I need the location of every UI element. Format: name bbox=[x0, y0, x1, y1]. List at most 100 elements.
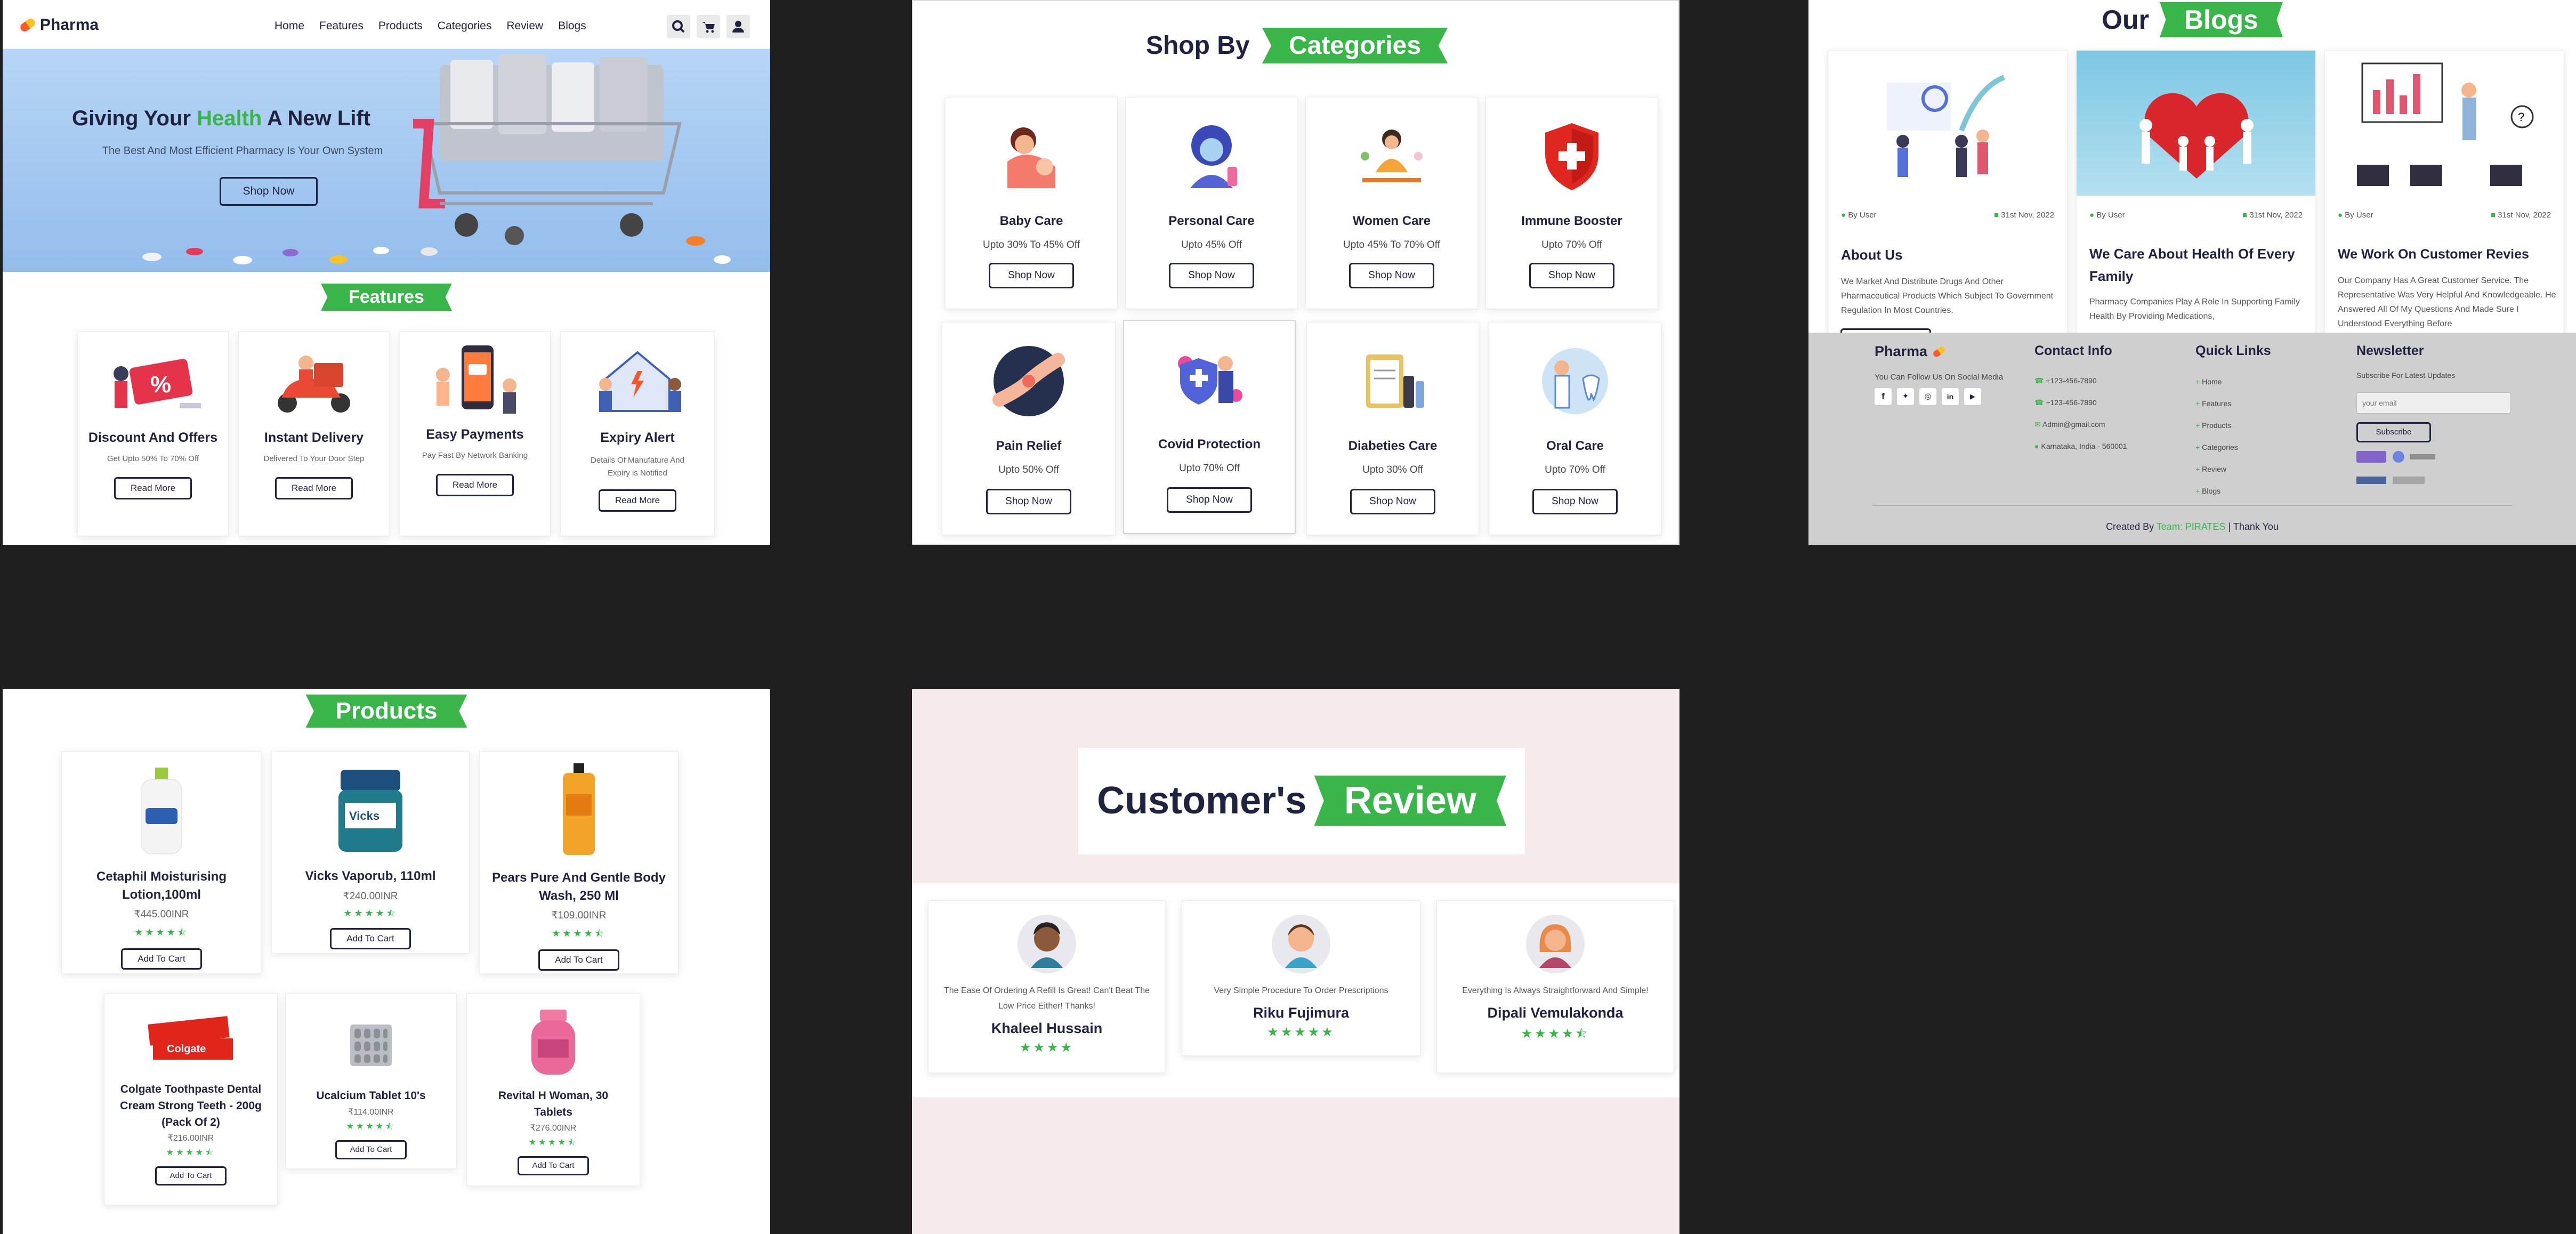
shop-now-button[interactable]: Shop Now bbox=[1349, 263, 1434, 288]
footer-link-review[interactable]: + Review bbox=[2195, 458, 2238, 480]
blog-text: We Market And Distribute Drugs And Other… bbox=[1841, 277, 2054, 315]
instagram-icon[interactable]: ◎ bbox=[1919, 388, 1936, 405]
rating-stars: ★★★★⯪ bbox=[552, 928, 606, 939]
facebook-icon[interactable]: f bbox=[1875, 388, 1892, 405]
add-to-cart-button[interactable]: Add To Cart bbox=[335, 1140, 407, 1159]
covid-protection-illustration bbox=[1178, 356, 1242, 405]
nav-products[interactable]: Products bbox=[378, 20, 423, 33]
user-icon bbox=[732, 21, 744, 33]
colgate-box-image: Colgate bbox=[148, 1016, 233, 1060]
newsletter-heading: Newsletter bbox=[2356, 343, 2424, 358]
feature-card-delivery: Instant Delivery Delivered To Your Door … bbox=[238, 332, 390, 536]
reviews-heading-box: Customer's Review bbox=[1078, 748, 1525, 854]
blog-title[interactable]: We Care About Health Of Every Family bbox=[2089, 243, 2303, 287]
hero-title: Giving Your Health A New Lift bbox=[71, 107, 371, 130]
blog-meta: ● By User ■ 31st Nov, 2022 bbox=[1841, 211, 2054, 220]
category-name: Baby Care bbox=[999, 214, 1063, 228]
shop-now-button[interactable]: Shop Now bbox=[1350, 489, 1435, 514]
contact-phone[interactable]: ☎ +123-456-7890 bbox=[2034, 392, 2127, 414]
reviewer-name: Dipali Vemulakonda bbox=[1487, 1005, 1624, 1021]
quick-links: + Home + Features + Products + Categorie… bbox=[2195, 371, 2238, 502]
read-more-button[interactable]: Read More bbox=[599, 489, 676, 512]
category-name: Women Care bbox=[1352, 214, 1431, 228]
feature-card-discount: % Discount And Offers Get Upto 50% To 70… bbox=[77, 332, 229, 536]
read-more-button[interactable]: Read More bbox=[114, 477, 192, 499]
shop-now-button[interactable]: Shop Now bbox=[1532, 489, 1618, 514]
categories-panel: Shop By Categories Baby Care Upto 30% To… bbox=[912, 0, 1679, 545]
vicks-jar-image: Vicks bbox=[338, 770, 402, 852]
rating-stars: ★★★★★ bbox=[1267, 1025, 1335, 1039]
contact-email[interactable]: ✉ Admin@gmail.com bbox=[2034, 414, 2127, 435]
payment-logo bbox=[2356, 451, 2386, 463]
feature-desc: Pay Fast By Network Banking bbox=[422, 451, 528, 460]
logo[interactable]: Pharma bbox=[19, 16, 99, 34]
product-name[interactable]: Ucalcium Tablet 10's bbox=[286, 1090, 456, 1102]
team-link[interactable]: Team: PIRATES bbox=[2157, 521, 2226, 532]
product-price: ₹114.00INR bbox=[348, 1108, 394, 1117]
payment-phone-illustration bbox=[436, 345, 516, 414]
add-to-cart-button[interactable]: Add To Cart bbox=[155, 1166, 227, 1185]
category-name: Personal Care bbox=[1168, 214, 1255, 228]
nav-home[interactable]: Home bbox=[274, 20, 304, 33]
shop-now-button[interactable]: Shop Now bbox=[986, 489, 1071, 514]
product-name[interactable]: Cetaphil Moisturising Lotion,100ml bbox=[62, 868, 261, 904]
product-name[interactable]: Revital H Woman, 30 Tablets bbox=[467, 1087, 640, 1120]
rating-stars: ★★★★⯪ bbox=[134, 927, 189, 938]
newsletter-email-input[interactable] bbox=[2356, 392, 2511, 414]
blogs-panel: Our Blogs ● By User ■ 31st Nov, 2022 Abo… bbox=[1808, 0, 2576, 545]
footer-link-categories[interactable]: + Categories bbox=[2195, 437, 2238, 458]
cart-button[interactable] bbox=[697, 15, 720, 38]
shop-now-button[interactable]: Shop Now bbox=[989, 263, 1074, 288]
nav-categories[interactable]: Categories bbox=[438, 20, 492, 33]
blog-title[interactable]: We Work On Customer Revies bbox=[2338, 247, 2562, 262]
hero-shop-now-button[interactable]: Shop Now bbox=[220, 177, 318, 206]
category-name: Covid Protection bbox=[1158, 437, 1261, 451]
product-name[interactable]: Vicks Vaporub, 110ml bbox=[272, 869, 469, 884]
read-more-button[interactable]: Read More bbox=[275, 477, 353, 499]
features-heading: Features bbox=[3, 284, 770, 311]
shop-now-button[interactable]: Shop Now bbox=[1167, 487, 1252, 513]
user-icon: ● bbox=[2089, 211, 2095, 220]
read-more-button[interactable]: Read More bbox=[436, 474, 514, 496]
search-button[interactable] bbox=[667, 15, 690, 38]
footer-link-products[interactable]: + Products bbox=[2195, 415, 2238, 437]
cart-icon bbox=[702, 22, 715, 33]
subscribe-button[interactable]: Subscribe bbox=[2356, 422, 2431, 442]
blog-title[interactable]: About Us bbox=[1841, 247, 1903, 263]
blog-meta: ● By User ■ 31st Nov, 2022 bbox=[2338, 211, 2551, 220]
feature-title: Instant Delivery bbox=[264, 430, 364, 445]
payment-logo bbox=[2356, 477, 2386, 484]
footer-credit: Created By Team: PIRATES | Thank You bbox=[2106, 521, 2279, 532]
youtube-icon[interactable]: ▶ bbox=[1964, 388, 1981, 405]
footer-link-blogs[interactable]: + Blogs bbox=[2195, 480, 2238, 502]
nav-features[interactable]: Features bbox=[319, 20, 364, 33]
diabeties-care-illustration bbox=[1366, 354, 1424, 408]
nav-review[interactable]: Review bbox=[506, 20, 543, 33]
add-to-cart-button[interactable]: Add To Cart bbox=[121, 948, 202, 970]
add-to-cart-button[interactable]: Add To Cart bbox=[330, 928, 411, 949]
footer-link-features[interactable]: + Features bbox=[2195, 393, 2238, 415]
blog-date-wrap: ■ 31st Nov, 2022 bbox=[2242, 211, 2303, 220]
twitter-icon[interactable]: ✦ bbox=[1897, 388, 1914, 405]
footer-link-home[interactable]: + Home bbox=[2195, 371, 2238, 393]
calendar-icon: ■ bbox=[1993, 211, 1999, 220]
avatar bbox=[1526, 915, 1585, 973]
nav-blogs[interactable]: Blogs bbox=[558, 20, 586, 33]
contact-phone[interactable]: ☎ +123-456-7890 bbox=[2034, 370, 2127, 392]
linkedin-icon[interactable]: in bbox=[1942, 388, 1959, 405]
shop-now-button[interactable]: Shop Now bbox=[1529, 263, 1614, 288]
add-to-cart-button[interactable]: Add To Cart bbox=[518, 1156, 589, 1175]
product-name[interactable]: Pears Pure And Gentle Body Wash, 250 Ml bbox=[480, 869, 678, 905]
heart-family-illustration bbox=[2139, 93, 2254, 179]
envelope-icon: ✉ bbox=[2034, 420, 2041, 429]
add-to-cart-button[interactable]: Add To Cart bbox=[538, 949, 619, 971]
blog-author: By User bbox=[2345, 211, 2373, 220]
product-name[interactable]: Colgate Toothpaste Dental Cream Strong T… bbox=[104, 1081, 277, 1131]
pears-bottle-image bbox=[563, 763, 595, 855]
user-button[interactable] bbox=[726, 15, 750, 38]
payment-logos bbox=[2356, 451, 2452, 494]
blogs-heading: Our Blogs bbox=[1808, 2, 2576, 37]
category-offer: Upto 45% To 70% Off bbox=[1343, 239, 1441, 251]
shop-now-button[interactable]: Shop Now bbox=[1169, 263, 1254, 288]
feature-card-payments: Easy Payments Pay Fast By Network Bankin… bbox=[399, 332, 551, 536]
